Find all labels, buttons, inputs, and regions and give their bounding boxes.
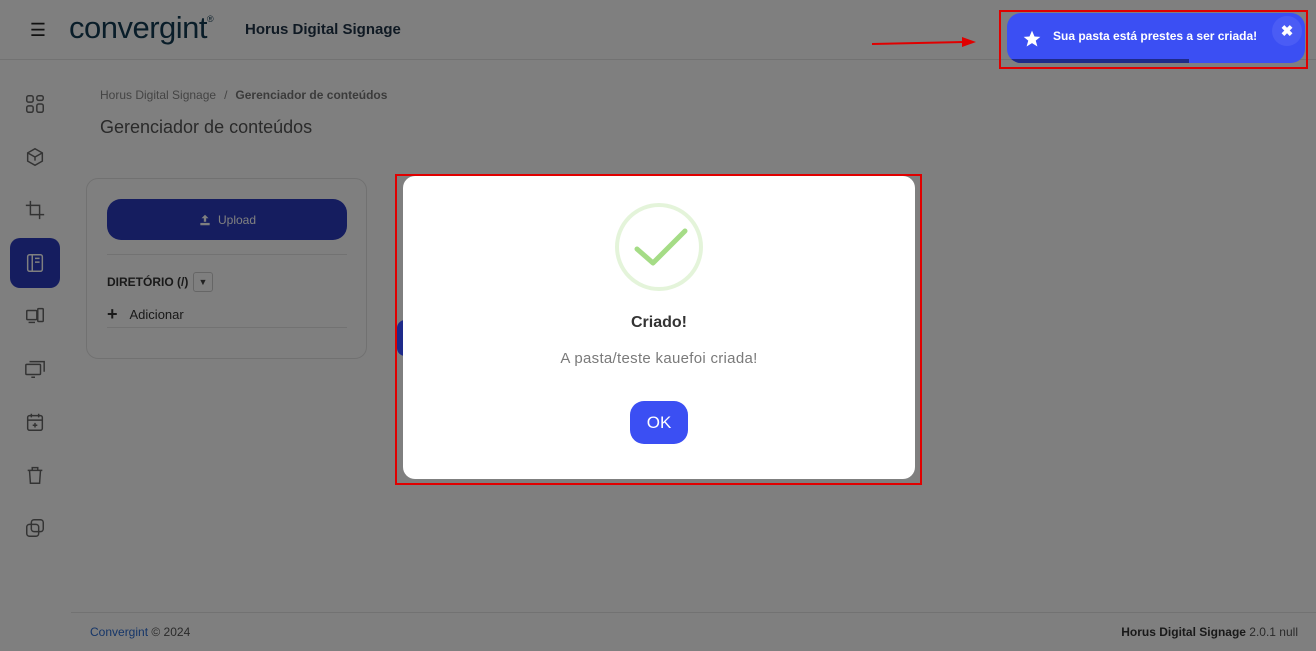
dialog-message: A pasta/teste kauefoi criada! bbox=[560, 350, 758, 367]
success-check-icon bbox=[615, 203, 703, 291]
dialog-title: Criado! bbox=[631, 314, 687, 331]
star-icon bbox=[1023, 30, 1041, 47]
toast-close-button[interactable]: ✖ bbox=[1272, 16, 1302, 46]
success-dialog: Criado! A pasta/teste kauefoi criada! OK bbox=[403, 176, 915, 479]
toast-message: Sua pasta está prestes a ser criada! bbox=[1053, 29, 1258, 43]
ok-button[interactable]: OK bbox=[630, 401, 688, 444]
check-mark-icon bbox=[634, 228, 688, 266]
toast-timer-bar bbox=[1007, 59, 1189, 63]
notification-toast: Sua pasta está prestes a ser criada! ✖ bbox=[1007, 13, 1305, 63]
annotation-arrow-icon bbox=[872, 37, 976, 47]
